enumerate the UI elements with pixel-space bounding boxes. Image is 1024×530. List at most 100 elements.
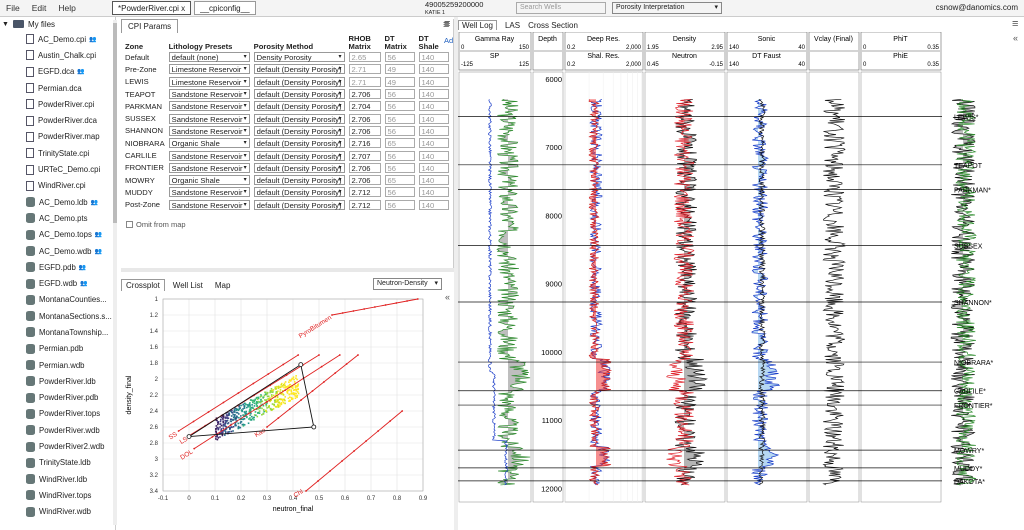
dt-shale-input[interactable]: 140 (418, 76, 449, 87)
dt-matrix-input[interactable]: 56 (384, 89, 415, 100)
lithology-select[interactable]: Sandstone Reservoir (168, 150, 250, 161)
rhob-matrix-input[interactable]: 2.707 (348, 150, 381, 161)
collapse-icon[interactable]: « (445, 292, 450, 302)
tab-cross-section[interactable]: Cross Section (528, 21, 578, 30)
dt-matrix-input[interactable]: 65 (384, 175, 415, 186)
file-item[interactable]: WindRiver.wdb (0, 504, 115, 520)
dt-shale-input[interactable]: 140 (418, 199, 449, 210)
dt-shale-input[interactable]: 140 (418, 125, 449, 136)
track-header[interactable]: Sonic 140 40 DT Faust 140 40 (726, 32, 808, 71)
track-header[interactable]: Depth (532, 32, 564, 71)
dt-shale-input[interactable]: 140 (418, 138, 449, 149)
log-track[interactable] (564, 71, 644, 503)
lithology-select[interactable]: Sandstone Reservoir (168, 101, 250, 112)
rhob-matrix-input[interactable]: 2.704 (348, 101, 381, 112)
log-track[interactable] (726, 71, 808, 503)
tab-powderriver-cpi[interactable]: *PowderRiver.cpi x (112, 1, 192, 15)
tab-map[interactable]: Map (211, 280, 235, 291)
lithology-select[interactable]: Sandstone Reservoir (168, 125, 250, 136)
file-item[interactable]: PowderRiver.ldb (0, 373, 115, 389)
porosity-method-select[interactable]: default (Density Porosity) (253, 113, 345, 124)
porosity-method-select[interactable]: default (Density Porosity) (253, 101, 345, 112)
rhob-matrix-input[interactable]: 2.706 (348, 162, 381, 173)
porosity-method-select[interactable]: default (Density Porosity) (253, 187, 345, 198)
dt-shale-input[interactable]: 140 (418, 52, 449, 63)
dt-matrix-input[interactable]: 49 (384, 64, 415, 75)
porosity-method-select[interactable]: default (Density Porosity) (253, 76, 345, 87)
dt-matrix-input[interactable]: 56 (384, 150, 415, 161)
rhob-matrix-input[interactable]: 2.706 (348, 125, 381, 136)
track-header[interactable]: Deep Res. 0.2 2,000 Shal. Res. 0.2 2,000 (564, 32, 644, 71)
lithology-select[interactable]: default (none) (168, 52, 250, 63)
file-item[interactable]: EGFD.pdb 👥 (0, 259, 115, 275)
triangle-vertex-handle[interactable] (311, 424, 317, 430)
chevron-down-icon[interactable]: ▼ (2, 21, 9, 28)
well-log-display[interactable]: Gamma Ray0 150SP-125 125Depth Deep Res.0.2 2… (458, 32, 1008, 528)
file-item[interactable]: PowderRiver2.wdb (0, 438, 115, 454)
menu-file[interactable]: File (0, 3, 26, 13)
rhob-matrix-input[interactable]: 2.706 (348, 89, 381, 100)
rhob-matrix-input[interactable]: 2.706 (348, 113, 381, 124)
dt-matrix-input[interactable]: 56 (384, 125, 415, 136)
scrollbar-thumb[interactable] (113, 23, 117, 223)
file-item[interactable]: PowderRiver.cpi (0, 96, 115, 112)
dt-matrix-input[interactable]: 65 (384, 138, 415, 149)
dt-matrix-input[interactable]: 56 (384, 187, 415, 198)
file-item[interactable]: Permian.dca (0, 80, 115, 96)
file-item[interactable]: AC_Demo.ldb 👥 (0, 194, 115, 210)
porosity-method-select[interactable]: default (Density Porosity) (253, 162, 345, 173)
porosity-method-select[interactable]: default (Density Porosity) (253, 150, 345, 161)
horizontal-splitter[interactable] (121, 268, 454, 272)
rhob-matrix-input[interactable]: 2.706 (348, 175, 381, 186)
track-header[interactable]: Density 1.95 2.95 Neutron 0.45 -0.15 (644, 32, 726, 71)
rhob-matrix-input[interactable]: 2.65 (348, 52, 381, 63)
file-item[interactable]: AC_Demo.cpi 👥 (0, 31, 115, 47)
dt-matrix-input[interactable]: 56 (384, 101, 415, 112)
triangle-vertex-handle[interactable] (298, 362, 304, 367)
dt-matrix-input[interactable]: 56 (384, 52, 415, 63)
file-item[interactable]: AC_Demo.pts (0, 210, 115, 226)
lithology-select[interactable]: Limestone Reservoir (168, 76, 250, 87)
dt-shale-input[interactable]: 140 (418, 162, 449, 173)
tab-cpi-params[interactable]: CPI Params (121, 19, 179, 33)
file-item[interactable]: WindRiver.tops (0, 487, 115, 503)
collapse-icon[interactable]: « (1013, 33, 1018, 43)
dt-shale-input[interactable]: 140 (418, 175, 449, 186)
menu-help[interactable]: Help (52, 3, 81, 13)
file-item[interactable]: PowderRiver.tops (0, 406, 115, 422)
file-item[interactable]: MontanaTownship... (0, 324, 115, 340)
track-header[interactable]: Vclay (Final) (808, 32, 860, 71)
tab-cpiconfig[interactable]: __cpiconfig__ (194, 1, 256, 15)
dt-shale-input[interactable]: 140 (418, 64, 449, 75)
rhob-matrix-input[interactable]: 2.712 (348, 187, 381, 198)
file-item[interactable]: Austin_Chalk.cpi (0, 47, 115, 63)
tab-well-log[interactable]: Well Log (458, 20, 497, 30)
tab-las[interactable]: LAS (505, 21, 520, 30)
dt-matrix-input[interactable]: 56 (384, 199, 415, 210)
log-track[interactable] (860, 71, 942, 503)
lithology-select[interactable]: Sandstone Reservoir (168, 162, 250, 173)
file-item[interactable]: WindRiver.ldb (0, 471, 115, 487)
porosity-method-select[interactable]: default (Density Porosity) (253, 125, 345, 136)
menu-edit[interactable]: Edit (26, 3, 53, 13)
crossplot-type-select[interactable]: Neutron-Density (373, 278, 442, 290)
lithology-select[interactable]: Sandstone Reservoir (168, 113, 250, 124)
porosity-method-select[interactable]: default (Density Porosity) (253, 199, 345, 210)
lithology-select[interactable]: Organic Shale (168, 138, 250, 149)
folder-my-files[interactable]: ▼ My files (0, 17, 115, 31)
dt-shale-input[interactable]: 140 (418, 101, 449, 112)
search-wells-input[interactable]: Search Wells (516, 2, 606, 14)
file-item[interactable]: MontanaCounties... (0, 292, 115, 308)
lithology-select[interactable]: Limestone Reservoir (168, 64, 250, 75)
file-item[interactable]: PowderRiver.wdb (0, 422, 115, 438)
file-item[interactable]: Permian.wdb (0, 357, 115, 373)
dt-shale-input[interactable]: 140 (418, 113, 449, 124)
lithology-select[interactable]: Sandstone Reservoir (168, 199, 250, 210)
omit-from-map-option[interactable]: Omit from map (126, 220, 186, 229)
dt-matrix-input[interactable]: 49 (384, 76, 415, 87)
dt-matrix-input[interactable]: 56 (384, 162, 415, 173)
lithology-select[interactable]: Sandstone Reservoir (168, 89, 250, 100)
tab-crossplot[interactable]: Crossplot (121, 279, 165, 291)
file-item[interactable]: PowderRiver.map (0, 129, 115, 145)
dt-matrix-input[interactable]: 56 (384, 113, 415, 124)
